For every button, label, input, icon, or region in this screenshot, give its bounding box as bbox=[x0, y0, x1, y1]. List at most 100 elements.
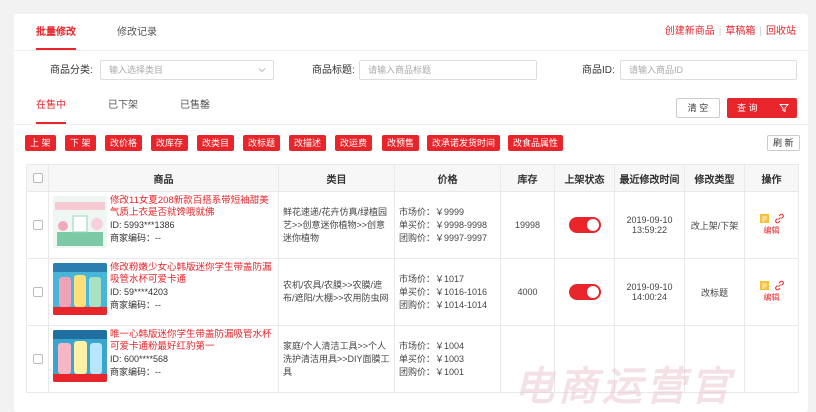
category-select[interactable]: 输入选择类目 bbox=[100, 60, 274, 80]
product-title[interactable]: 唯一心韩版迷你学生带盖防漏吸管水杯可爱卡通粉最好红豹第一 bbox=[110, 329, 274, 353]
col-type: 修改类型 bbox=[684, 164, 745, 192]
listing-toggle[interactable] bbox=[568, 284, 601, 300]
row-select-cell bbox=[26, 191, 49, 259]
col-category: 类目 bbox=[278, 164, 395, 192]
tab-batch-edit[interactable]: 批量修改 bbox=[36, 24, 76, 50]
market-price: 市场价：￥1004 bbox=[399, 340, 465, 351]
clear-button[interactable]: 清 空 bbox=[676, 98, 720, 118]
price-cell: 市场价：￥1017 单买价：￥1016-1016 团购价：￥1014-1014 bbox=[394, 258, 501, 326]
edit-category-button[interactable]: 改类目 bbox=[197, 135, 235, 151]
category-cell: 鲜花速递/花卉仿真/绿植园艺>>创意迷你植物>>创意迷你植物 bbox=[278, 191, 395, 259]
title-input[interactable]: 请输入商品标题 bbox=[359, 60, 537, 80]
category-placeholder: 输入选择类目 bbox=[109, 65, 164, 75]
shelve-button[interactable]: 上 架 bbox=[25, 135, 56, 151]
tab-off-shelf[interactable]: 已下架 bbox=[108, 98, 138, 124]
modified-time: 14:00:24 bbox=[631, 292, 668, 302]
price-cell: 市场价：￥1004 单买价：￥1003 团购价：￥1001 bbox=[394, 325, 501, 393]
modified-date: 2019-09-10 bbox=[626, 215, 673, 225]
table-row: 修改11女夏208新款百搭系带短袖甜美气质上衣是否就馋哦就佛 ID: 5993*… bbox=[26, 191, 799, 259]
merchant-code: 商家编码：-- bbox=[110, 300, 161, 310]
stock-cell: 19998 bbox=[500, 191, 555, 259]
product-id: ID: 59****4203 bbox=[110, 287, 169, 297]
type-cell: 改标题 bbox=[684, 258, 745, 326]
group-price: 团购价：￥1014-1014 bbox=[399, 299, 488, 310]
single-price: 单买价：￥1003 bbox=[399, 353, 465, 364]
edit-food-attrs-button[interactable]: 改食品属性 bbox=[508, 135, 564, 151]
refresh-button[interactable]: 刷 新 bbox=[767, 135, 800, 151]
col-status: 上架状态 bbox=[554, 164, 615, 192]
id-label: 商品ID: bbox=[582, 65, 615, 76]
status-cell bbox=[554, 191, 615, 259]
category-cell: 家庭/个人清洁工具>>个人洗护清洁用具>>DIY面膜工具 bbox=[278, 325, 395, 393]
group-price: 团购价：￥1001 bbox=[399, 366, 465, 377]
market-price: 市场价：￥1017 bbox=[399, 273, 465, 284]
edit-link[interactable]: 编辑 bbox=[749, 291, 794, 305]
row-checkbox[interactable] bbox=[32, 220, 43, 230]
query-button[interactable]: 查 询 bbox=[727, 98, 797, 118]
query-label: 查 询 bbox=[737, 103, 758, 113]
link-icon[interactable] bbox=[774, 280, 785, 291]
document-icon[interactable] bbox=[759, 213, 770, 224]
status-cell bbox=[554, 258, 615, 326]
id-input[interactable]: 请输入商品ID bbox=[620, 60, 797, 80]
row-select-cell bbox=[26, 325, 49, 393]
stock-cell: 4000 bbox=[500, 258, 555, 326]
edit-link[interactable]: 编辑 bbox=[749, 224, 794, 238]
tab-edit-history[interactable]: 修改记录 bbox=[117, 24, 157, 50]
merchant-code: 商家编码：-- bbox=[110, 367, 161, 377]
divider bbox=[14, 50, 808, 51]
watermark: 电商运营官 bbox=[514, 364, 734, 410]
title-placeholder: 请输入商品标题 bbox=[368, 65, 432, 75]
product-title[interactable]: 修改11女夏208新款百搭系带短袖甜美气质上衣是否就馋哦就佛 bbox=[110, 195, 274, 219]
modified-cell: 2019-09-10 13:59:22 bbox=[614, 191, 685, 259]
edit-presale-button[interactable]: 改预售 bbox=[382, 135, 420, 151]
id-placeholder: 请输入商品ID bbox=[629, 65, 684, 75]
drafts-link[interactable]: 草稿箱 bbox=[725, 26, 755, 37]
main-panel: 批量修改 修改记录 创建新商品 | 草稿箱 | 回收站 商品分类: 输入选择类目 商品标… bbox=[14, 14, 808, 412]
edit-price-button[interactable]: 改价格 bbox=[105, 135, 143, 151]
product-id: ID: 5993***1386 bbox=[110, 220, 175, 230]
product-thumbnail[interactable] bbox=[53, 263, 107, 315]
ops-cell: 编辑 bbox=[744, 258, 799, 326]
edit-stock-button[interactable]: 改库存 bbox=[151, 135, 189, 151]
filter-icon bbox=[779, 104, 789, 113]
col-stock: 库存 bbox=[500, 164, 555, 192]
product-cell: 唯一心韩版迷你学生带盖防漏吸管水杯可爱卡通粉最好红豹第一 ID: 600****… bbox=[48, 325, 279, 393]
category-cell: 农机/农具/农膜>>农膜/遮布/遮阳/大棚>>农用防虫网 bbox=[278, 258, 395, 326]
listing-toggle[interactable] bbox=[568, 217, 601, 233]
product-title[interactable]: 修改粉嫩少女心韩版迷你学生带盖防漏吸管水杯可爱卡通 bbox=[110, 262, 274, 286]
edit-description-button[interactable]: 改描述 bbox=[289, 135, 327, 151]
select-all-cell bbox=[26, 164, 49, 192]
link-icon[interactable] bbox=[774, 213, 785, 224]
group-price: 团购价：￥9997-9997 bbox=[399, 232, 488, 243]
tab-on-sale[interactable]: 在售中 bbox=[36, 98, 66, 124]
edit-title-button[interactable]: 改标题 bbox=[243, 135, 281, 151]
title-label: 商品标题: bbox=[312, 65, 355, 76]
col-modified: 最近修改时间 bbox=[614, 164, 685, 192]
row-checkbox[interactable] bbox=[32, 354, 43, 364]
category-label: 商品分类: bbox=[50, 65, 93, 76]
unshelve-button[interactable]: 下 架 bbox=[65, 135, 96, 151]
price-cell: 市场价：￥9999 单买价：￥9998-9998 团购价：￥9997-9997 bbox=[394, 191, 501, 259]
product-id: ID: 600****568 bbox=[110, 354, 169, 364]
market-price: 市场价：￥9999 bbox=[399, 206, 465, 217]
row-select-cell bbox=[26, 258, 49, 326]
row-checkbox[interactable] bbox=[32, 287, 43, 297]
recycle-bin-link[interactable]: 回收站 bbox=[766, 26, 796, 37]
single-price: 单买价：￥1016-1016 bbox=[399, 286, 488, 297]
edit-shipping-button[interactable]: 改运费 bbox=[335, 135, 373, 151]
col-product: 商品 bbox=[48, 164, 279, 192]
create-product-link[interactable]: 创建新商品 bbox=[665, 26, 715, 37]
divider bbox=[14, 124, 808, 125]
document-icon[interactable] bbox=[759, 280, 770, 291]
product-thumbnail[interactable] bbox=[53, 330, 107, 382]
product-thumbnail[interactable] bbox=[53, 196, 107, 248]
chevron-down-icon bbox=[258, 68, 266, 73]
edit-ship-time-button[interactable]: 改承诺发货时间 bbox=[427, 135, 501, 151]
merchant-code: 商家编码：-- bbox=[110, 233, 161, 243]
tab-sold-out[interactable]: 已售罄 bbox=[180, 98, 210, 124]
toggle-knob bbox=[586, 219, 599, 231]
ops-cell: 编辑 bbox=[744, 191, 799, 259]
modified-time: 13:59:22 bbox=[631, 225, 668, 235]
select-all-checkbox[interactable] bbox=[32, 173, 43, 183]
